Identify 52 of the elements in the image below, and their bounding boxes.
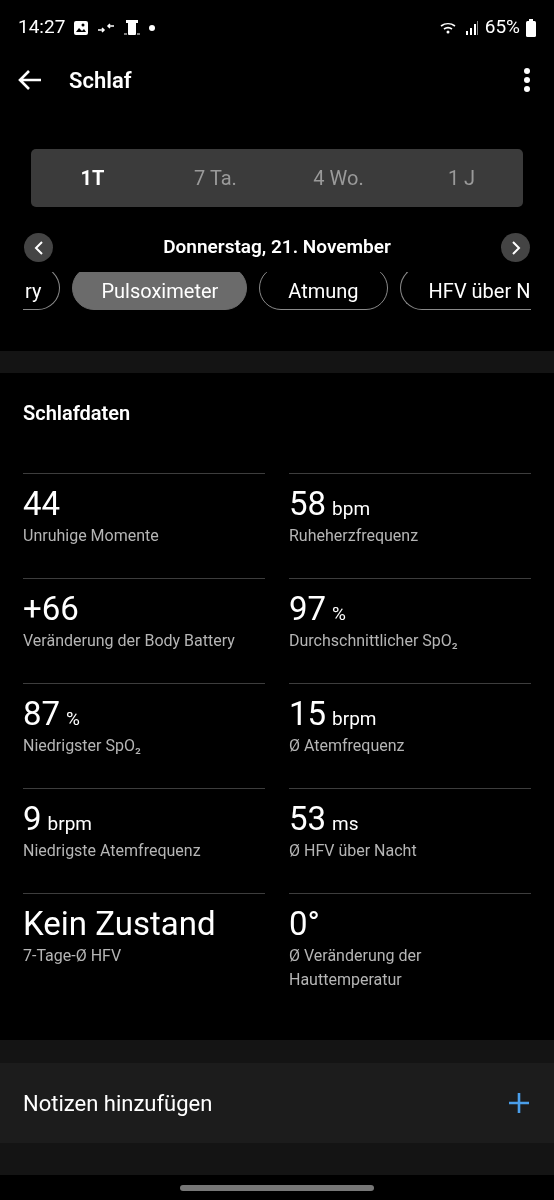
metric-label: Ø Veränderung der Hauttemperatur [289, 945, 423, 991]
metric-label: Ø Atemfrequenz [289, 735, 406, 757]
metric-label: Veränderung der Body Battery [23, 630, 236, 652]
metric-label: 7-Tage-Ø HFV [23, 945, 123, 967]
image-icon [73, 19, 90, 36]
battery-percent: 65% [484, 14, 520, 41]
metric-value: 97 [289, 589, 327, 629]
metric-label: Ø HFV über Nacht [289, 840, 418, 862]
filter-chip[interactable]: HFV über N [399, 272, 531, 310]
page-title: Schlaf [69, 66, 132, 95]
section-title: Schlafdaten [23, 400, 132, 427]
phone-icon [123, 18, 142, 37]
metric-unit: % [66, 706, 80, 732]
status-time: 14:27 [18, 14, 66, 41]
dot-icon [149, 24, 156, 31]
chevron-left-icon [33, 240, 44, 255]
metric-label: Unruhige Momente [23, 525, 160, 547]
filter-chip[interactable]: Atmung [259, 272, 388, 310]
metric-value: 53 [289, 799, 327, 839]
metric-value: 15 [289, 694, 327, 734]
metric-label: Ruheherzfrequenz [289, 525, 420, 547]
filter-chip[interactable]: Pulsoximeter [72, 272, 248, 310]
metric-value: 44 [23, 484, 61, 524]
signal-icon [464, 20, 479, 35]
metric-value: 9 [23, 799, 42, 839]
metric-value: 58 [289, 484, 327, 524]
metric-label: Durchschnittlicher SpO₂ [289, 630, 459, 652]
battery-icon [526, 18, 536, 37]
date-label: Donnerstag, 21. November [163, 234, 391, 261]
add-notes-row[interactable]: Notizen hinzufügen [0, 1063, 554, 1143]
range-tab[interactable]: 7 Ta. [154, 163, 277, 193]
metric-unit: ms [332, 811, 359, 837]
metric-unit: % [332, 601, 346, 627]
metric-value: 87 [23, 694, 61, 734]
metric-value: +66 [23, 589, 79, 629]
range-tab[interactable]: 1T [31, 163, 154, 193]
filter-chip[interactable]: ry [23, 272, 61, 310]
plus-icon [507, 1091, 531, 1115]
metric-unit: bpm [332, 496, 371, 522]
metric-value: 0° [289, 904, 320, 944]
chevron-right-icon [510, 240, 521, 255]
transfer-icon [97, 21, 116, 34]
metric-value: Kein Zustand [23, 904, 216, 944]
metric-unit: brpm [47, 811, 92, 837]
metric-label: Niedrigste Atemfrequenz [23, 840, 202, 862]
more-menu-button[interactable] [522, 67, 532, 93]
range-tab[interactable]: 4 Wo. [277, 163, 400, 193]
next-day-button[interactable] [501, 233, 530, 262]
metric-label: Niedrigster SpO₂ [23, 735, 142, 757]
previous-day-button[interactable] [24, 233, 53, 262]
metric-unit: brpm [332, 706, 377, 732]
range-tab[interactable]: 1 J [400, 163, 523, 193]
